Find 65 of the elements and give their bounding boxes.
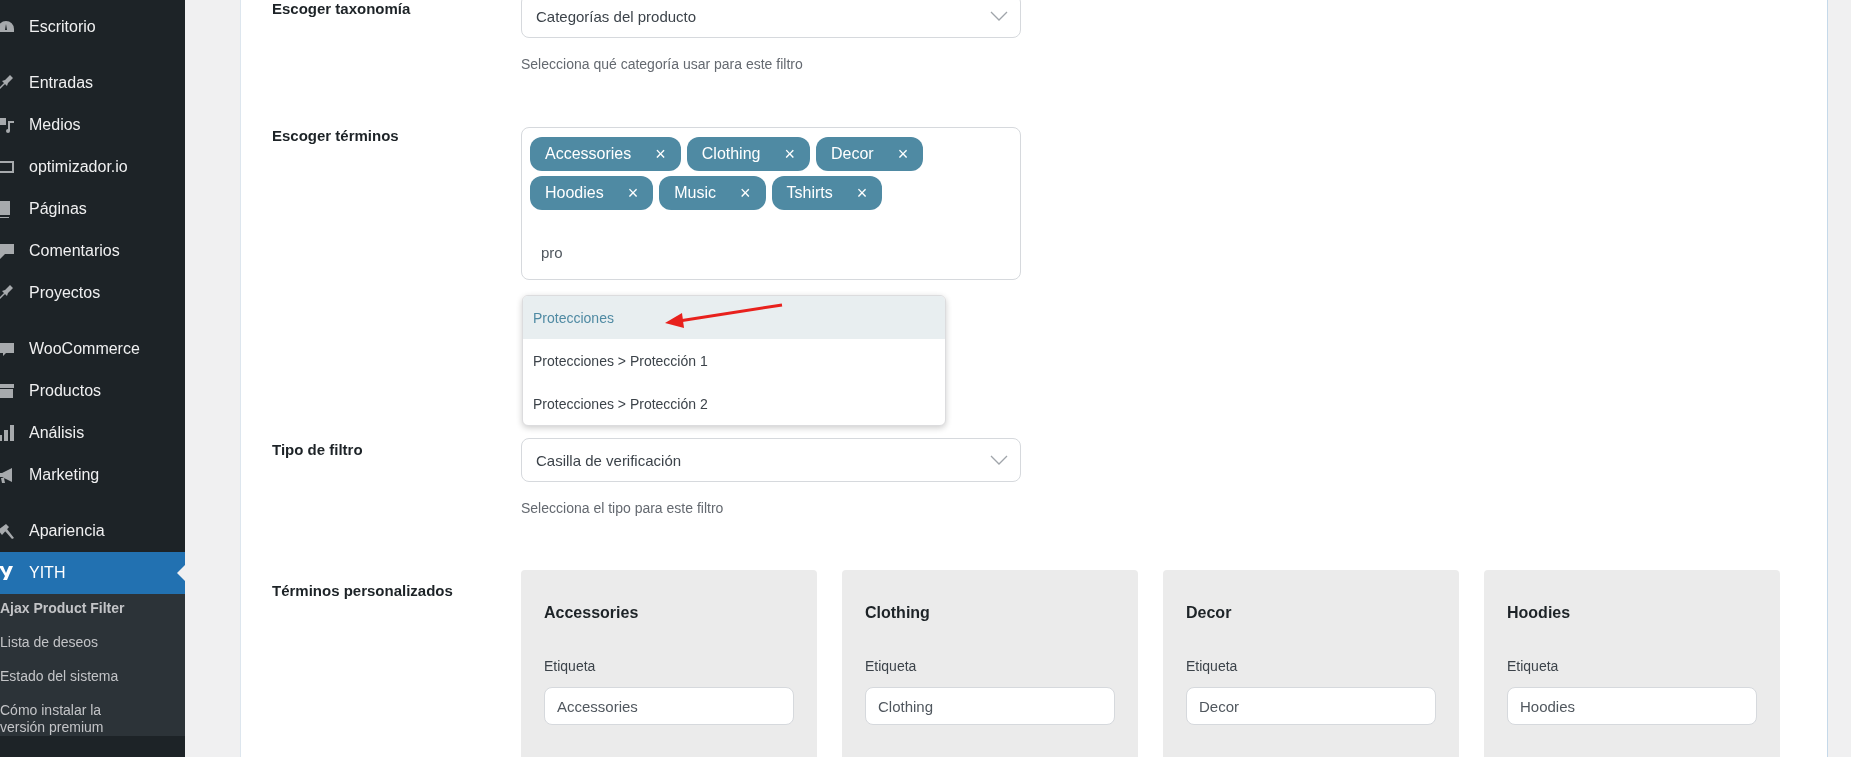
sidebar-item[interactable]: Comentarios: [0, 230, 185, 272]
chevron-down-icon: [990, 11, 1008, 21]
tag-label: Tshirts: [786, 184, 833, 202]
tag-label: Decor: [831, 145, 874, 163]
menu-item-icon: [0, 242, 15, 260]
card-title: Hoodies: [1507, 604, 1571, 622]
help-text: Selecciona qué categoría usar para este filtro: [521, 55, 803, 74]
field-label: Etiqueta: [1507, 658, 1559, 674]
chevron-down-icon: [990, 455, 1008, 465]
submenu-item[interactable]: Cómo instalar la versión premium: [0, 702, 140, 736]
sidebar-item[interactable]: Marketing: [0, 454, 185, 496]
label-input[interactable]: Hoodies: [1507, 687, 1757, 725]
sidebar-item[interactable]: WooCommerce: [0, 328, 185, 370]
card-title: Decor: [1186, 604, 1232, 622]
field-label: Tipo de filtro: [272, 441, 363, 458]
field-label: Etiqueta: [865, 658, 917, 674]
remove-button[interactable]: ×: [740, 182, 751, 204]
remove-button[interactable]: ×: [897, 143, 909, 165]
field-label: Etiqueta: [1186, 658, 1238, 674]
menu-item-icon: [0, 424, 15, 442]
submenu-item[interactable]: Ajax Product Filter: [0, 600, 140, 617]
field-label: Etiqueta: [544, 658, 596, 674]
remove-button[interactable]: ×: [784, 143, 795, 165]
remove-button[interactable]: ×: [655, 143, 666, 165]
sidebar-item[interactable]: Entradas: [0, 62, 185, 104]
field-label: Escoger términos: [272, 127, 399, 144]
suggestion-option[interactable]: Protecciones > Protección 2: [523, 382, 945, 425]
tag-label: Clothing: [701, 145, 761, 163]
help-text: Selecciona el tipo para este filtro: [521, 499, 724, 518]
label-input[interactable]: Accessories: [544, 687, 794, 725]
tag-label: Hoodies: [545, 184, 604, 202]
menu-item-icon: [0, 382, 15, 400]
menu-item-icon: [0, 74, 15, 92]
remove-button[interactable]: ×: [627, 182, 639, 204]
sidebar-item[interactable]: Proyectos: [0, 272, 185, 314]
label-input[interactable]: Decor: [1186, 687, 1436, 725]
filter-type-select[interactable]: Casilla de verificación: [521, 438, 1021, 482]
sidebar-item[interactable]: Medios: [0, 104, 185, 146]
menu-item-icon: [0, 158, 15, 176]
menu-item-icon: [0, 522, 15, 540]
sidebar-item[interactable]: Apariencia: [0, 510, 185, 552]
sidebar-item[interactable]: Escritorio: [0, 6, 185, 48]
tag-label: Accessories: [545, 145, 632, 163]
sidebar-item[interactable]: Análisis: [0, 412, 185, 454]
label-input[interactable]: Clothing: [865, 687, 1115, 725]
menu-item-icon: [0, 116, 15, 134]
menu-item-icon: [0, 340, 15, 358]
card-title: Accessories: [544, 604, 639, 622]
suggestion-option[interactable]: Protecciones > Protección 1: [523, 339, 945, 382]
submenu-item[interactable]: Estado del sistema: [0, 668, 140, 685]
sidebar-item[interactable]: optimizador.io: [0, 146, 185, 188]
remove-button[interactable]: ×: [856, 182, 868, 204]
terms-field[interactable]: Accessories × Clothing × Decor × Hoodies × Music × Tshirts × pro: [521, 127, 1021, 280]
menu-item-icon: [0, 466, 15, 484]
sidebar-item[interactable]: YITH: [0, 552, 185, 594]
card-title: Clothing: [865, 604, 930, 622]
sidebar-item[interactable]: Productos: [0, 370, 185, 412]
sidebar-item[interactable]: Páginas: [0, 188, 185, 230]
tag-label: Music: [674, 184, 716, 202]
taxonomy-select[interactable]: Categorías del producto: [521, 0, 1021, 38]
submenu-item[interactable]: Lista de deseos: [0, 634, 140, 651]
menu-item-icon: [0, 564, 15, 582]
menu-item-icon: [0, 284, 15, 302]
field-label: Términos personalizados: [272, 582, 453, 599]
field-label: Escoger taxonomía: [272, 0, 411, 17]
